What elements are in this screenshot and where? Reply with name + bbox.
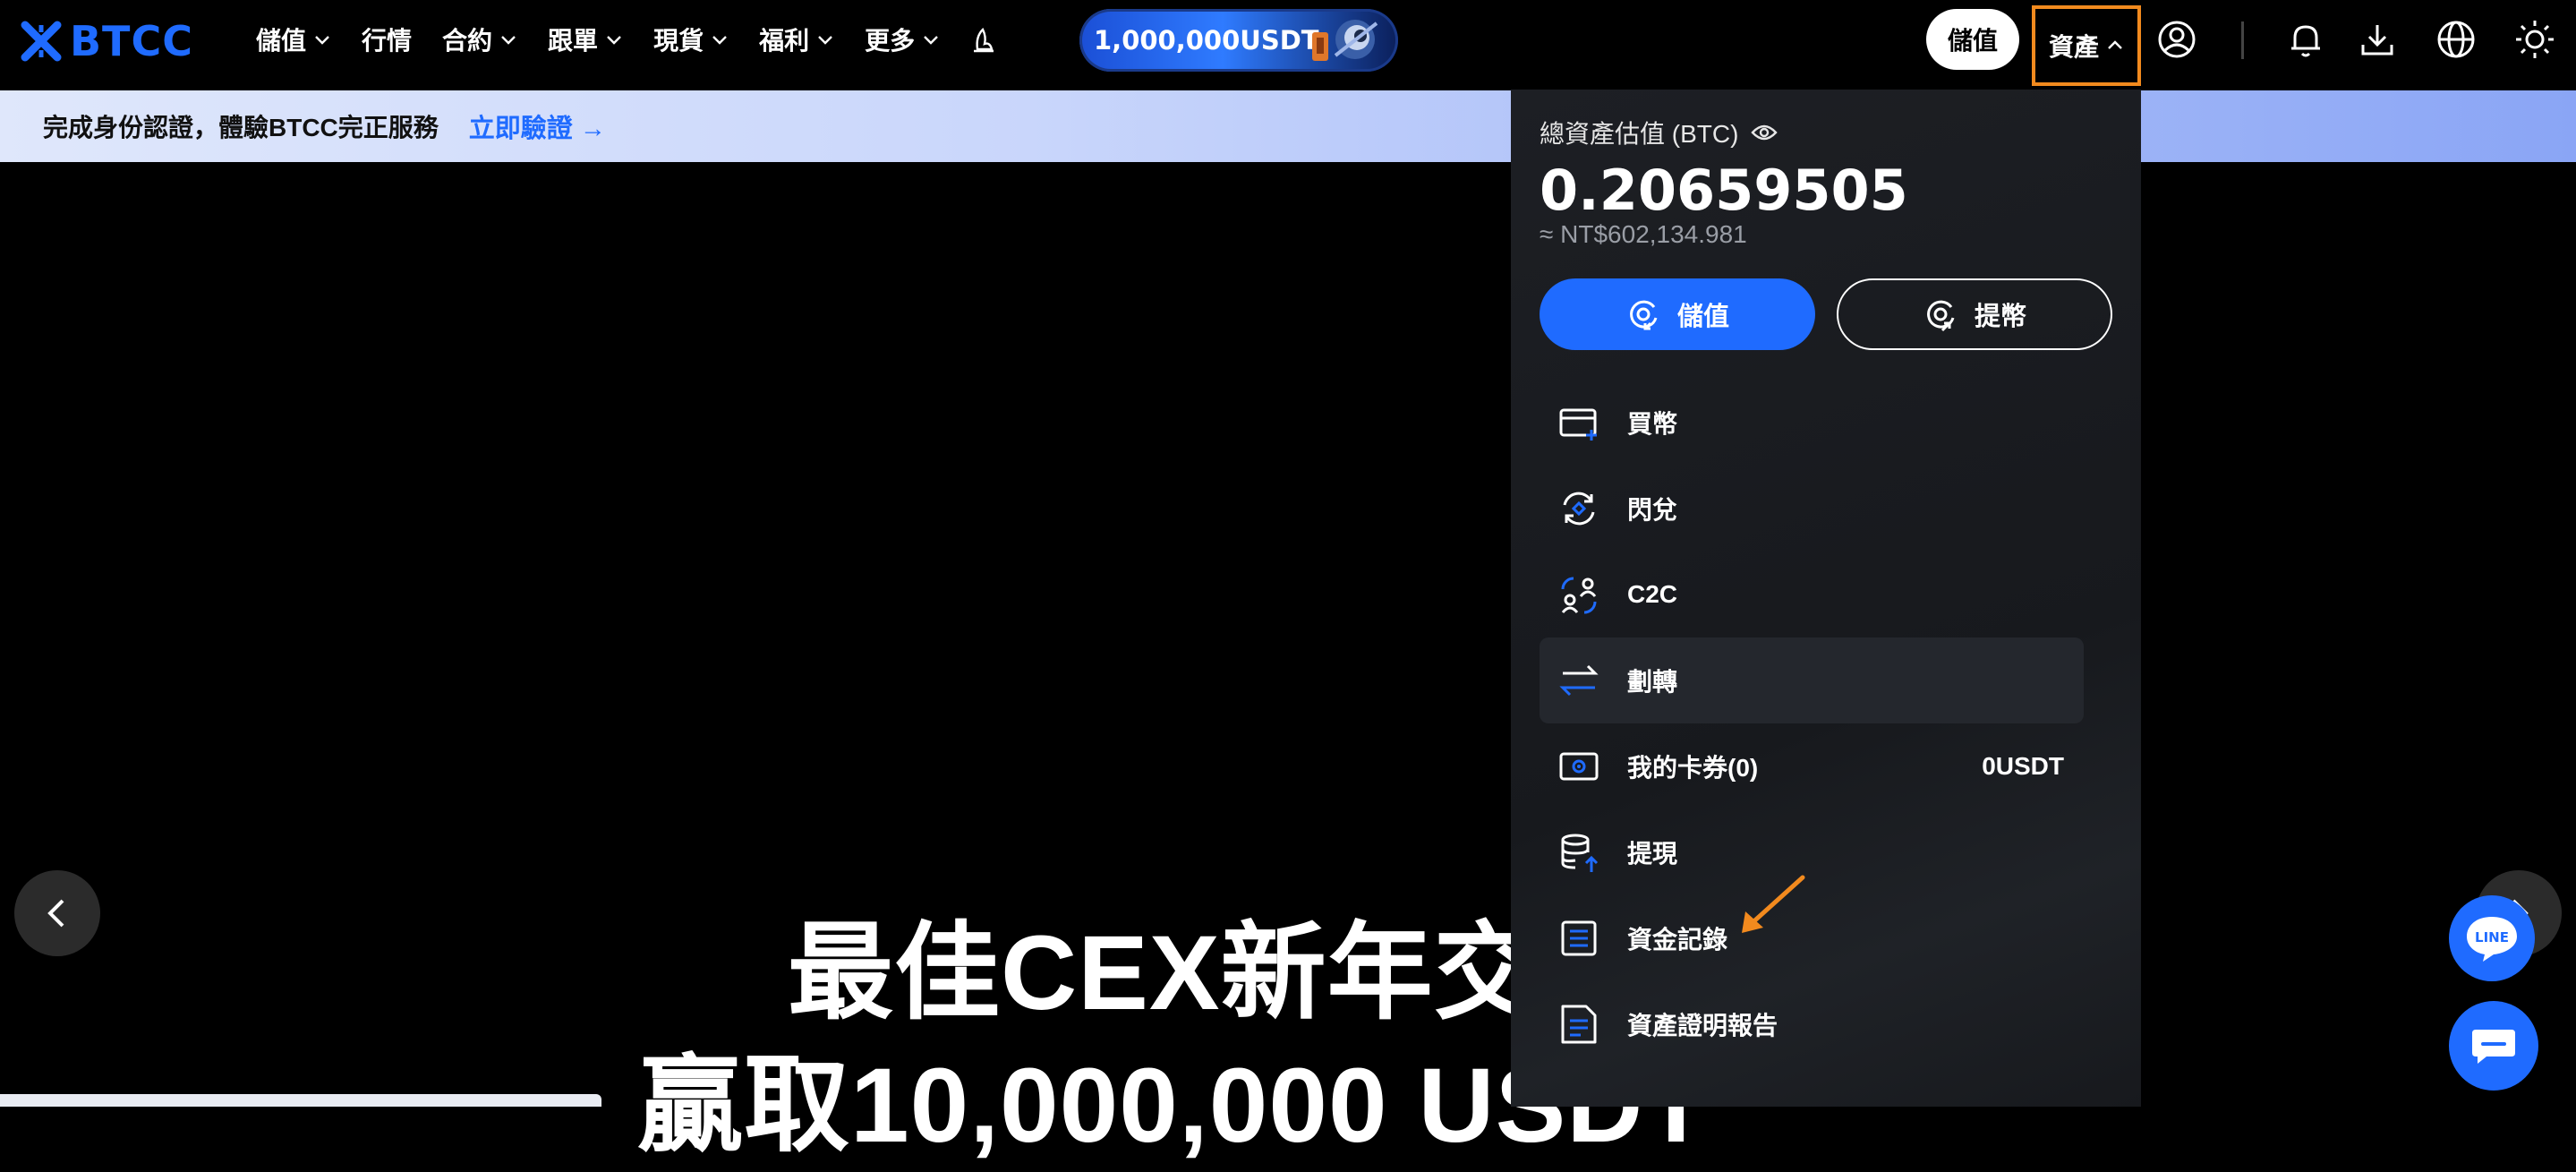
chevron-down-icon [818,36,832,45]
menu-item-label: 資金記錄 [1627,926,1728,954]
assets-dropdown-panel: 總資產估值 (BTC) 0.20659505 ≈ NT$602,134.981 … [1511,90,2141,1107]
chevron-up-icon [2108,40,2122,49]
nav-item-more[interactable]: 更多 [865,21,940,57]
total-assets-value: 0.20659505 [1540,158,1908,223]
support-chat-button[interactable] [2449,1001,2538,1091]
nav-item-label: 跟單 [548,27,599,55]
main-menu: 儲值 行情 合約 跟單 現貨 福利 更多 [256,0,1028,79]
menu-item-label: 劃轉 [1627,668,1678,696]
eye-icon[interactable] [1751,123,1778,142]
coupon-icon [1559,752,1599,781]
assets-menu-button[interactable]: 資產 [2032,5,2141,86]
menu-item-label: C2C [1627,580,1678,608]
menu-item-flash-swap[interactable]: 閃兌 [1540,466,2084,552]
c2c-users-icon [1561,577,1597,614]
menu-item-my-coupons[interactable]: 我的卡券(0) 0USDT [1540,723,2084,809]
nav-item-copy-trading[interactable]: 跟單 [548,21,623,57]
menu-item-proof-of-assets[interactable]: 資產證明報告 [1540,981,2084,1067]
chevron-down-icon [607,36,621,45]
kyc-banner-text: 完成身份認證，體驗BTCC完正服務 [43,114,439,141]
carousel-prev-button[interactable] [14,870,100,956]
menu-item-buy-crypto[interactable]: 買幣 [1540,380,2084,466]
nav-item-label: 合約 [442,27,493,55]
theme-sun-icon[interactable] [2513,18,2556,61]
deposit-button-label: 儲值 [1676,303,1729,331]
promo-astronaut-icon [1312,20,1378,61]
nav-item-festive[interactable] [970,24,997,55]
menu-item-c2c[interactable]: C2C [1540,552,2084,637]
chat-bubble-icon [2472,1030,2515,1064]
menu-item-label: 買幣 [1627,410,1678,438]
line-icon: LINE [2467,917,2517,962]
nav-item-market[interactable]: 行情 [362,21,412,57]
brand-name: BTCC [70,17,193,65]
fiat-equivalent: ≈ NT$602,134.981 [1540,220,1747,248]
carousel-progress [0,1094,601,1107]
header-deposit-button[interactable]: 儲值 [1926,9,2019,70]
download-icon[interactable] [2356,18,2399,61]
menu-item-fund-records[interactable]: 資金記錄 [1540,895,2084,981]
nav-item-label: 現貨 [653,27,704,55]
menu-item-label: 提現 [1627,840,1678,868]
verify-now-link[interactable]: 立即驗證 → [469,107,606,145]
menu-item-transfer[interactable]: 劃轉 [1540,637,2084,723]
menu-item-label: 我的卡券(0) [1627,754,1759,782]
chevron-left-icon [47,899,64,928]
total-assets-label: 總資產估值 (BTC) [1540,120,1739,148]
assets-menu-list: 買幣 閃兌 C2C 劃轉 我的卡券(0) 0USDT 提現 資金記錄 資產證明報… [1540,380,2084,1067]
total-assets-label-row: 總資產估值 (BTC) [1540,115,1778,150]
notification-bell-icon[interactable] [2284,18,2327,61]
line-chat-button[interactable]: LINE [2449,895,2535,981]
withdraw-button-label: 提幣 [1974,303,2026,331]
swap-cycle-icon [1563,492,1595,526]
top-navigation: BTCC 儲值 行情 合約 跟單 現貨 福利 更多 1,000,000USDT … [0,0,2576,90]
fund-record-icon [1561,920,1597,956]
menu-item-label: 閃兌 [1627,496,1678,524]
user-profile-icon[interactable] [2155,18,2198,61]
kyc-banner: 完成身份認證，體驗BTCC完正服務 立即驗證 → [0,90,2576,162]
btcc-logo[interactable]: BTCC [20,16,193,66]
proof-report-icon [1561,1005,1597,1044]
coupon-value: 0USDT [1982,752,2064,780]
chevron-down-icon [712,36,727,45]
nav-item-futures[interactable]: 合約 [442,21,517,57]
dropdown-deposit-button[interactable]: 儲值 [1540,278,1815,350]
chevron-down-icon [924,36,938,45]
chevron-down-icon [315,36,329,45]
deposit-icon [1630,300,1658,330]
nav-item-deposit[interactable]: 儲值 [256,21,331,57]
nav-item-label: 福利 [759,27,810,55]
chevron-down-icon [501,36,516,45]
menu-item-withdraw-cash[interactable]: 提現 [1540,809,2084,895]
nav-item-spot[interactable]: 現貨 [653,21,729,57]
assets-menu-label: 資產 [2048,33,2099,61]
svg-text:LINE: LINE [2475,929,2509,945]
transfer-arrows-icon [1559,664,1599,697]
promo-label: 1,000,000USDT [1094,25,1319,56]
festive-hat-icon [974,27,994,53]
nav-item-label: 行情 [362,27,413,55]
card-plus-icon [1559,408,1597,441]
nav-item-rewards[interactable]: 福利 [759,21,834,57]
nav-item-label: 儲值 [256,27,307,55]
withdraw-database-icon [1561,834,1599,872]
nav-item-label: 更多 [865,27,916,55]
btcc-logo-icon [21,21,62,62]
promo-banner-button[interactable]: 1,000,000USDT [1079,9,1398,72]
annotation-arrow-icon [1742,875,1805,933]
dropdown-withdraw-button[interactable]: 提幣 [1837,278,2112,350]
header-divider [2241,21,2244,59]
withdraw-icon [1927,300,1955,332]
language-globe-icon[interactable] [2435,18,2478,61]
menu-item-label: 資產證明報告 [1627,1012,1778,1039]
